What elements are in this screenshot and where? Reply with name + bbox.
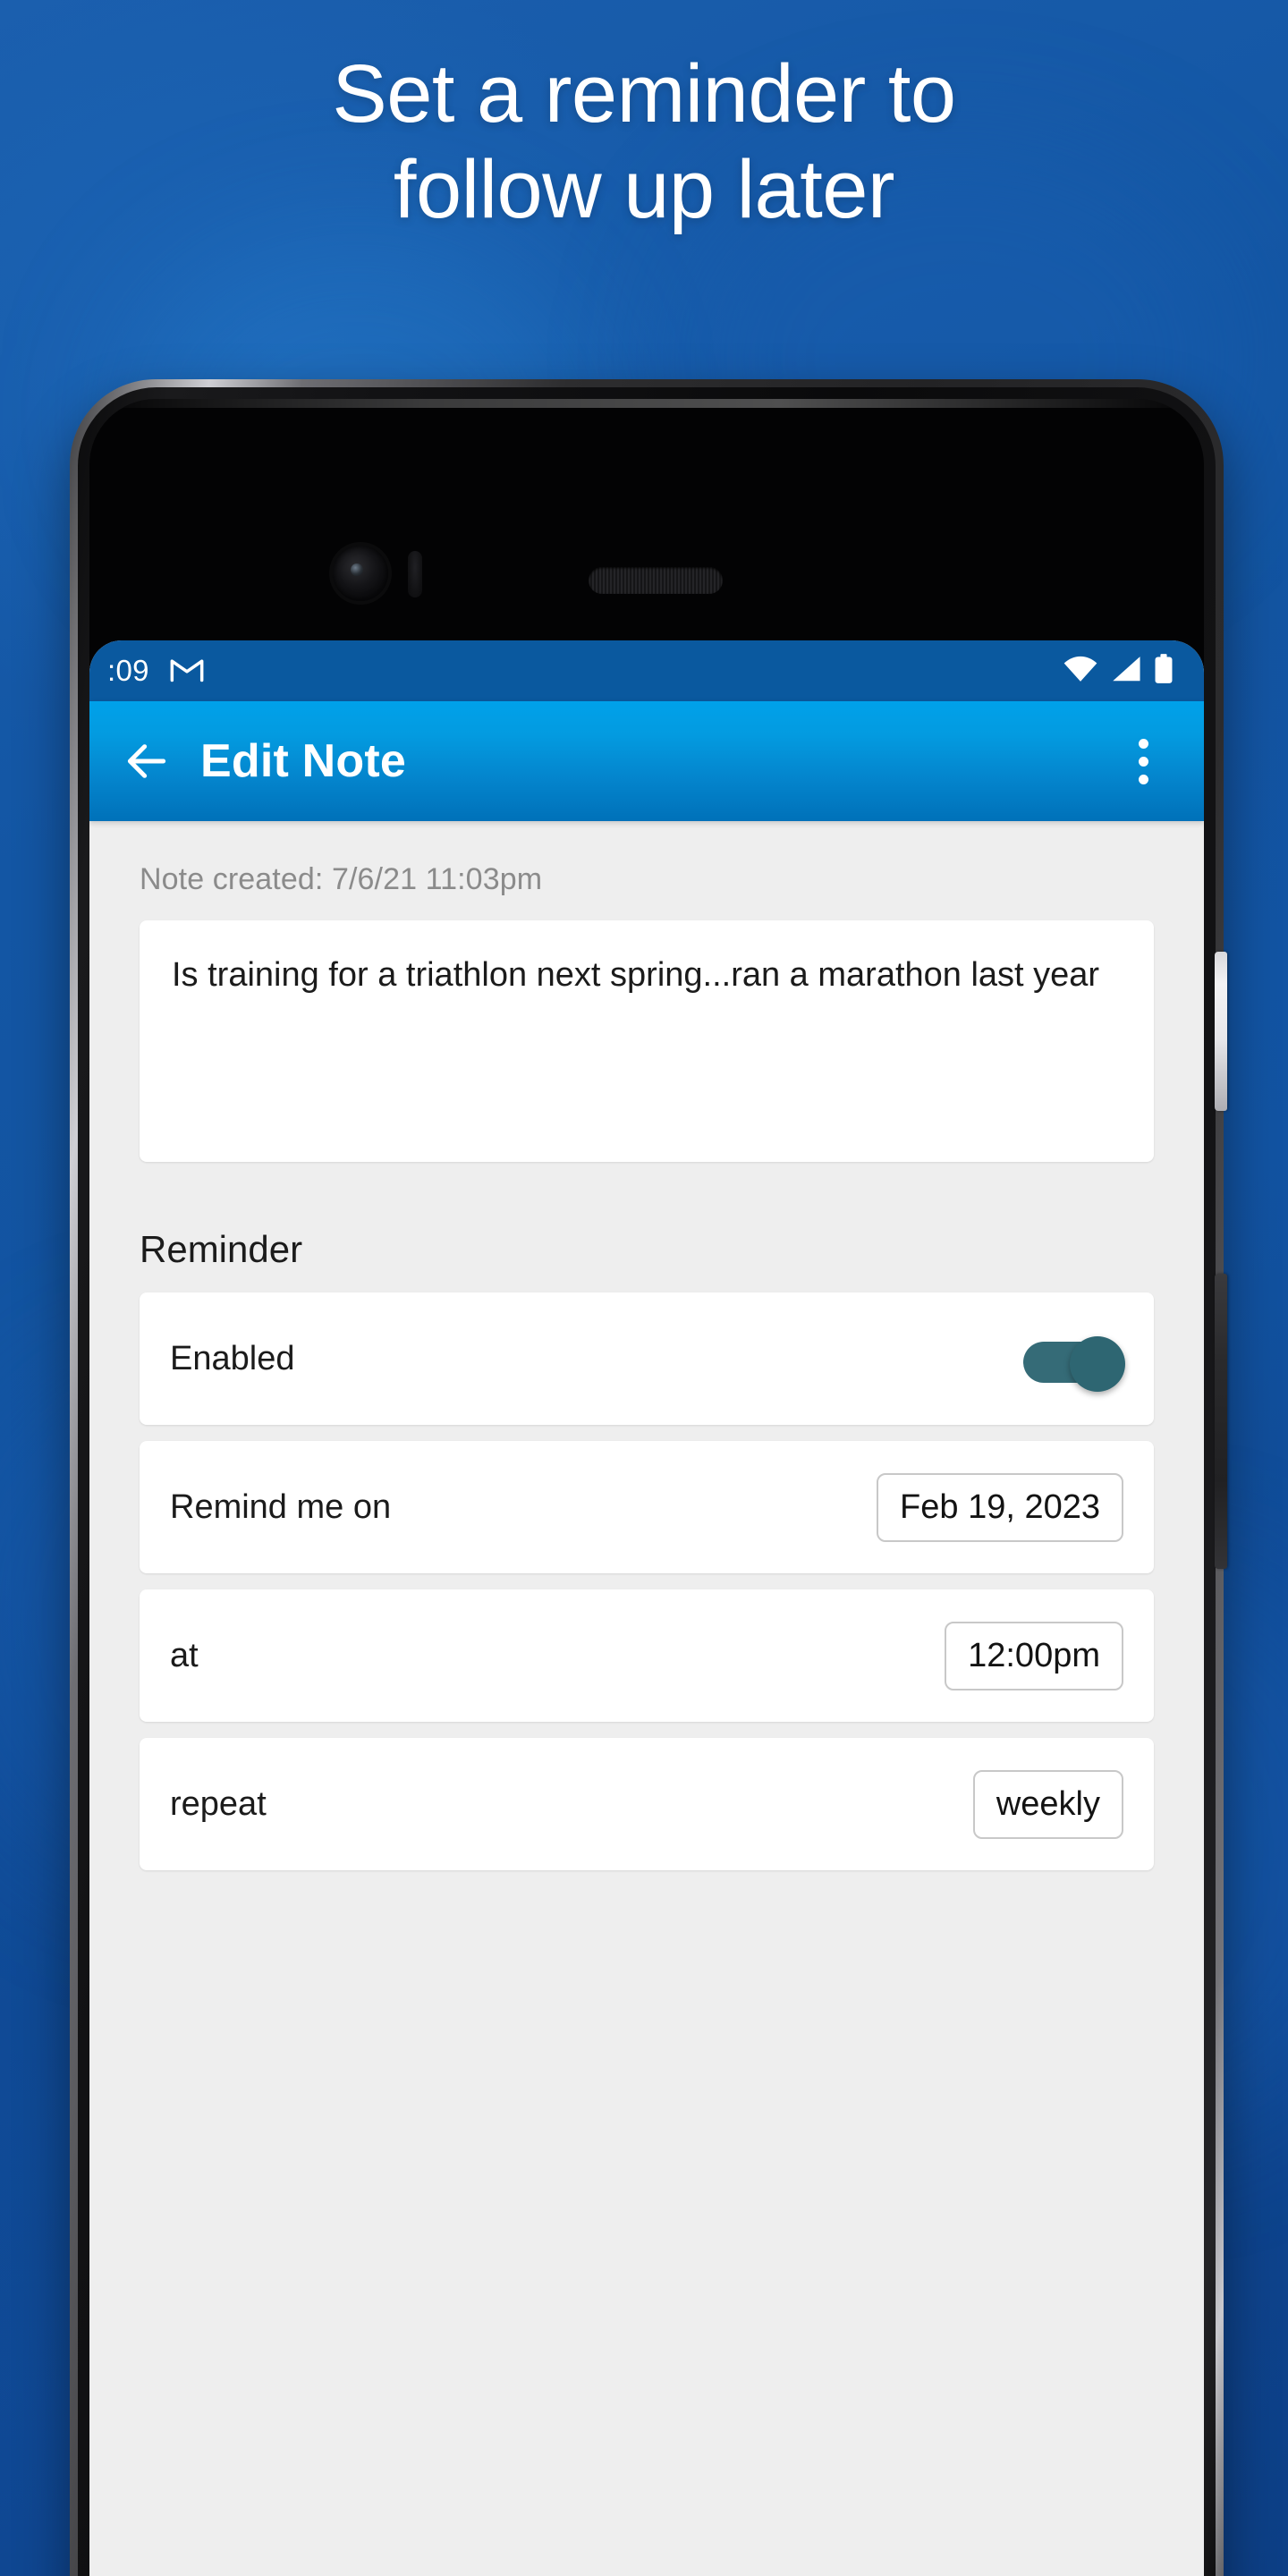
remind-time-row[interactable]: at 12:00pm	[140, 1589, 1154, 1722]
overflow-dot	[1138, 738, 1148, 749]
power-button[interactable]	[1215, 952, 1227, 1111]
cellular-signal-icon	[1110, 655, 1142, 688]
remind-time-value[interactable]: 12:00pm	[945, 1621, 1123, 1690]
phone-glass-bezel: :09 Edit Note Note created: 7/6/21 11:03…	[89, 399, 1204, 2576]
remind-repeat-row[interactable]: repeat weekly	[140, 1738, 1154, 1870]
promo-headline: Set a reminder to follow up later	[0, 47, 1288, 237]
overflow-menu-icon[interactable]	[1118, 736, 1168, 786]
reminder-enabled-label: Enabled	[170, 1339, 295, 1377]
glass-sheen	[89, 399, 1204, 408]
front-camera-icon	[333, 546, 388, 601]
page-title: Edit Note	[200, 735, 407, 787]
remind-date-value[interactable]: Feb 19, 2023	[877, 1472, 1123, 1542]
promo-headline-line-1: Set a reminder to	[332, 48, 956, 140]
remind-repeat-value[interactable]: weekly	[972, 1769, 1123, 1839]
wifi-icon	[1063, 655, 1098, 688]
app-bar: Edit Note	[89, 701, 1204, 821]
note-created-label: Note created: 7/6/21 11:03pm	[140, 862, 543, 896]
note-body-text: Is training for a triathlon next spring.…	[172, 956, 1100, 994]
remind-date-label: Remind me on	[170, 1487, 392, 1526]
earpiece-speaker-icon	[589, 567, 723, 594]
status-bar-clock: :09	[107, 654, 149, 687]
status-bar: :09	[89, 640, 1204, 701]
reminder-enabled-row[interactable]: Enabled	[140, 1292, 1154, 1425]
battery-icon	[1154, 653, 1174, 689]
note-body-field[interactable]: Is training for a triathlon next spring.…	[140, 920, 1154, 1162]
gmail-icon	[169, 655, 205, 688]
promo-headline-line-2: follow up later	[393, 143, 895, 235]
note-editor-content: Note created: 7/6/21 11:03pm Is training…	[89, 821, 1204, 1870]
proximity-sensor-icon	[408, 551, 422, 597]
status-bar-right	[1063, 653, 1174, 689]
back-arrow-icon[interactable]	[122, 736, 172, 786]
volume-rocker-button[interactable]	[1215, 1274, 1227, 1569]
app-screen: :09 Edit Note Note created: 7/6/21 11:03…	[89, 640, 1204, 2576]
overflow-dot	[1138, 774, 1148, 784]
remind-date-row[interactable]: Remind me on Feb 19, 2023	[140, 1441, 1154, 1573]
android-phone-frame: :09 Edit Note Note created: 7/6/21 11:03…	[70, 379, 1227, 2576]
promo-screenshot: Set a reminder to follow up later :09 Ed…	[0, 0, 1288, 2576]
remind-repeat-label: repeat	[170, 1784, 267, 1823]
remind-time-label: at	[170, 1636, 199, 1674]
overflow-dot	[1138, 756, 1148, 767]
status-bar-left: :09	[107, 654, 1063, 688]
toggle-thumb	[1070, 1336, 1125, 1392]
reminder-section-title: Reminder	[140, 1228, 303, 1270]
reminder-enabled-toggle[interactable]	[1023, 1336, 1125, 1392]
